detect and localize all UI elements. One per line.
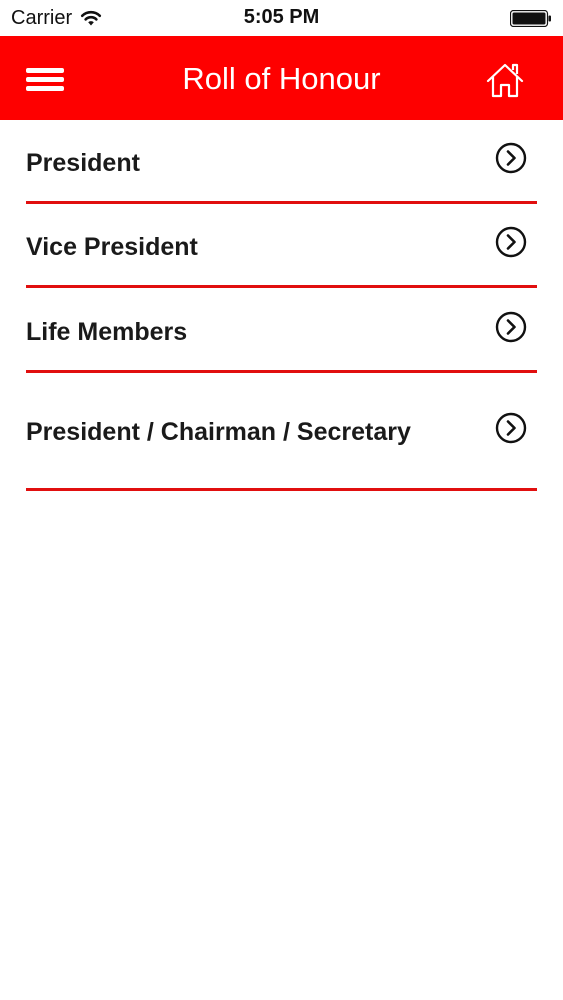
home-icon[interactable] — [485, 60, 525, 100]
divider — [26, 370, 537, 373]
chevron-right-circle-icon — [495, 226, 527, 258]
page-title: Roll of Honour — [182, 61, 381, 96]
list-item-vice-president[interactable]: Vice President — [26, 224, 537, 272]
list-item-label: President — [26, 149, 140, 177]
status-time: 5:05 PM — [243, 6, 320, 28]
list-item-label: President / Chairman / Secretary — [26, 418, 411, 446]
divider — [26, 488, 537, 491]
divider — [26, 201, 537, 204]
status-bar: Carrier 5:05 PM — [0, 0, 563, 36]
chevron-right-circle-icon — [495, 311, 527, 343]
nav-bar: Roll of Honour — [0, 36, 563, 120]
battery-icon — [510, 10, 551, 27]
list-item-president[interactable]: President — [26, 140, 537, 188]
list-item-life-members[interactable]: Life Members — [26, 309, 537, 357]
divider — [26, 285, 537, 288]
chevron-right-circle-icon — [495, 142, 527, 174]
list-item-label: Vice President — [26, 233, 198, 261]
list-item-president-chairman-secretary[interactable]: President / Chairman / Secretary — [26, 409, 537, 461]
chevron-right-circle-icon — [495, 412, 527, 444]
list-item-label: Life Members — [26, 318, 188, 346]
